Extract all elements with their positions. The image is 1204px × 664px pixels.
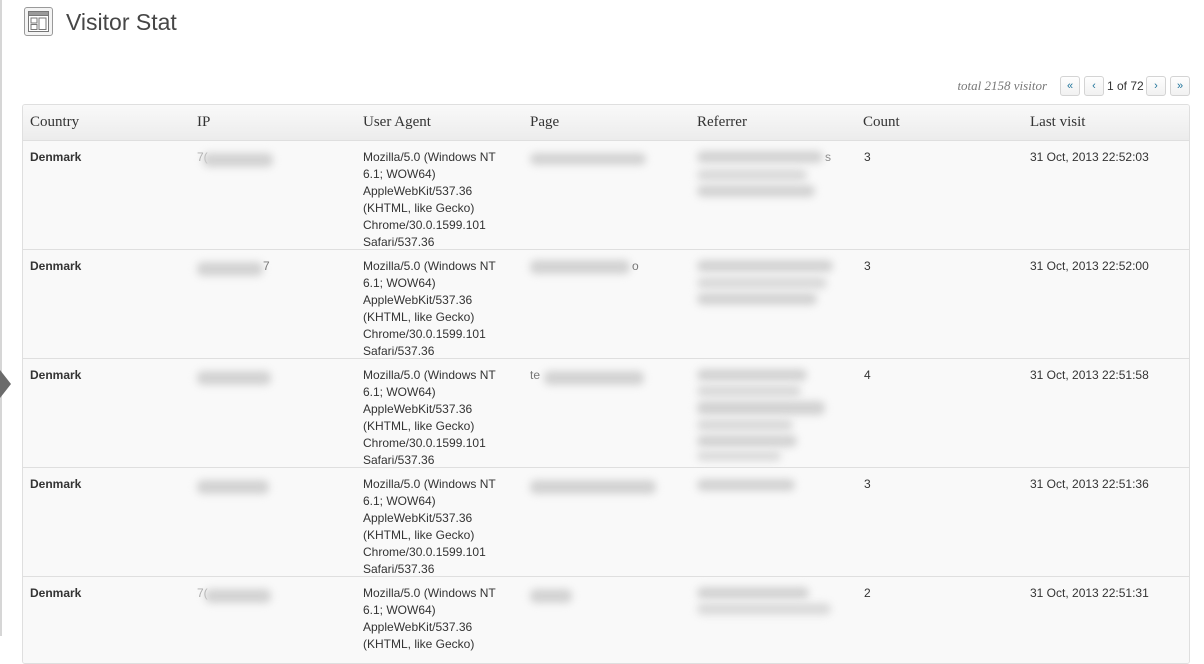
count-cell: 3 <box>864 150 871 164</box>
country-cell: Denmark <box>30 368 82 382</box>
page-title: Visitor Stat <box>66 9 177 35</box>
table-row: Denmark 7 Mozilla/5.0 (Windows NT 6.1; WO… <box>23 250 1189 359</box>
referrer-cell <box>697 585 837 619</box>
ip-cell <box>197 367 277 387</box>
ip-cell: 7( <box>197 585 277 605</box>
count-cell: 3 <box>864 477 871 491</box>
column-header-last-visit[interactable]: Last visit <box>1030 114 1085 131</box>
country-cell: Denmark <box>30 477 82 491</box>
table-row: Denmark 7( Mozilla/5.0 (Windows NT6.1; W… <box>23 577 1189 663</box>
user-agent-cell: Mozilla/5.0 (Windows NT 6.1; WOW64) AppleW… <box>363 586 496 651</box>
last-visit-cell: 31 Oct, 2013 22:51:31 <box>1030 586 1149 600</box>
prev-page-button[interactable]: ‹ <box>1084 76 1104 96</box>
referrer-cell: s <box>697 149 837 199</box>
table-row: Denmark 7( Mozilla/5.0 (Windows NT6.1; W… <box>23 141 1189 250</box>
referrer-cell <box>697 258 837 308</box>
first-page-button[interactable]: « <box>1060 76 1080 96</box>
user-agent-cell: Mozilla/5.0 (Windows NT 6.1; WOW64) AppleW… <box>363 150 496 249</box>
table-layout-icon <box>24 7 53 36</box>
table-header: Country IP User Agent Page Referrer Coun… <box>23 105 1189 141</box>
ip-cell: 7( <box>197 149 277 169</box>
next-page-button[interactable]: › <box>1146 76 1166 96</box>
collapse-arrow-icon[interactable] <box>0 370 11 398</box>
last-visit-cell: 31 Oct, 2013 22:51:36 <box>1030 477 1149 491</box>
page-indicator: 1 of 72 <box>1107 79 1144 93</box>
ip-cell <box>197 476 277 496</box>
count-cell: 4 <box>864 368 871 382</box>
referrer-cell <box>697 476 837 496</box>
last-visit-cell: 31 Oct, 2013 22:52:00 <box>1030 259 1149 273</box>
table-row: Denmark Mozilla/5.0 (Windows NT 6.1; WOW6… <box>23 359 1189 468</box>
column-header-country[interactable]: Country <box>30 114 79 131</box>
column-header-ip[interactable]: IP <box>197 114 210 131</box>
column-header-count[interactable]: Count <box>863 114 900 131</box>
page-cell <box>530 585 590 605</box>
user-agent-cell: Mozilla/5.0 (Windows NT 6.1; WOW64) AppleW… <box>363 477 496 576</box>
page-cell <box>530 476 660 498</box>
country-cell: Denmark <box>30 259 82 273</box>
column-header-user-agent[interactable]: User Agent <box>363 114 431 131</box>
ip-cell: 7 <box>197 258 277 278</box>
last-visit-cell: 31 Oct, 2013 22:52:03 <box>1030 150 1149 164</box>
page-cell: te <box>530 367 650 387</box>
user-agent-cell: Mozilla/5.0 (Windows NT 6.1; WOW64) AppleW… <box>363 259 496 358</box>
left-edge-divider <box>0 0 2 636</box>
page-cell <box>530 149 650 169</box>
column-header-referrer[interactable]: Referrer <box>697 114 747 131</box>
referrer-cell <box>697 367 837 463</box>
page-cell: o <box>530 258 650 278</box>
column-header-page[interactable]: Page <box>530 114 559 131</box>
count-cell: 2 <box>864 586 871 600</box>
country-cell: Denmark <box>30 586 82 600</box>
visitor-table: Country IP User Agent Page Referrer Coun… <box>22 104 1190 664</box>
last-page-button[interactable]: » <box>1170 76 1190 96</box>
last-visit-cell: 31 Oct, 2013 22:51:58 <box>1030 368 1149 382</box>
table-row: Denmark Mozilla/5.0 (Windows NT 6.1; WOW6… <box>23 468 1189 577</box>
total-visitors: total 2158 visitor <box>957 78 1047 93</box>
country-cell: Denmark <box>30 150 82 164</box>
user-agent-cell: Mozilla/5.0 (Windows NT 6.1; WOW64) AppleW… <box>363 368 496 467</box>
count-cell: 3 <box>864 259 871 273</box>
